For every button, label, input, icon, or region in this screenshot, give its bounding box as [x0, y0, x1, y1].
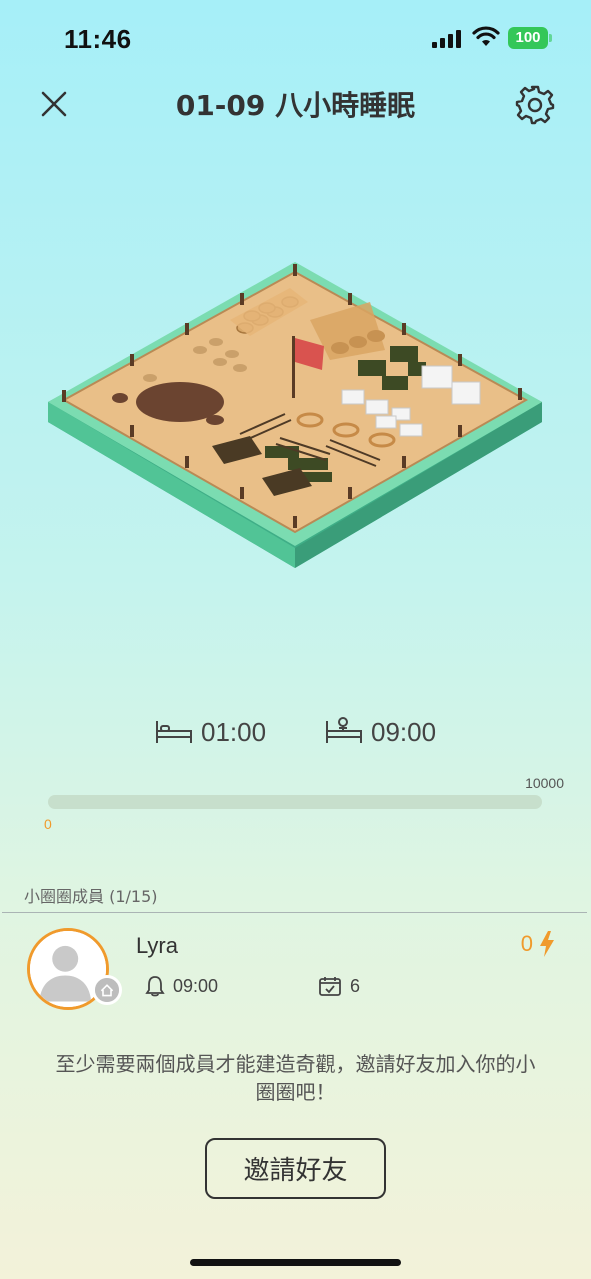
member-days-value: 6	[350, 975, 361, 996]
page-title: 01-09 八小時睡眠	[175, 89, 416, 122]
member-alarm-time: 09:00	[173, 975, 219, 996]
status-bar: 11:46 100	[0, 0, 591, 80]
lightning-icon	[540, 931, 554, 957]
sleep-schedule: 01:00 09:00	[0, 712, 591, 752]
nav-bar: 01-09 八小時睡眠	[0, 78, 591, 128]
progress-min-label: 0	[44, 816, 52, 832]
member-energy: 0	[521, 931, 555, 957]
member-days: 6	[318, 975, 360, 997]
member-alarm: 09:00	[145, 975, 218, 997]
progress-max-label: 10000	[525, 775, 564, 791]
home-badge-icon	[92, 975, 122, 1005]
member-row[interactable]: Lyra 0 09:00 6	[0, 925, 591, 1020]
member-name: Lyra	[136, 933, 178, 958]
energy-value: 0	[520, 931, 533, 956]
wonder-construction-scene	[48, 262, 542, 568]
members-header: 小圈圈成員 (1/15)	[24, 887, 158, 906]
status-time: 11:46	[64, 24, 132, 54]
invite-friends-button[interactable]: 邀請好友	[205, 1138, 386, 1199]
divider	[2, 912, 587, 913]
wifi-icon	[472, 26, 500, 46]
bed-icon	[156, 721, 192, 743]
wake-time-block: 09:00	[325, 712, 436, 752]
invite-hint-text: 至少需要兩個成員才能建造奇觀，邀請好友加入你的小圈圈吧！	[55, 1052, 536, 1104]
bedtime-value: 01:00	[201, 716, 267, 747]
gear-icon[interactable]	[514, 84, 556, 126]
cellular-signal-icon	[432, 30, 461, 48]
wake-time-value: 09:00	[371, 716, 437, 747]
wake-up-icon	[326, 717, 362, 743]
calendar-check-icon	[319, 977, 341, 996]
battery-icon: 100	[508, 27, 552, 49]
bell-icon	[145, 976, 165, 997]
home-indicator[interactable]	[190, 1259, 401, 1266]
bedtime-block: 01:00	[155, 712, 266, 752]
progress-bar	[48, 795, 542, 809]
battery-level: 100	[508, 27, 548, 49]
